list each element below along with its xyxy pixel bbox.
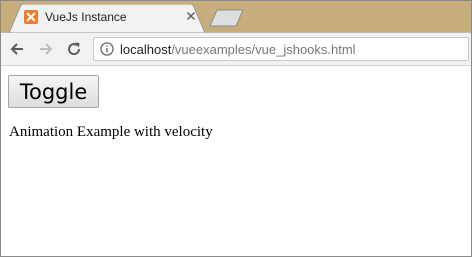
info-icon[interactable] — [100, 42, 114, 56]
tab-title: VueJs Instance — [45, 10, 127, 24]
xampp-icon — [24, 10, 38, 24]
address-bar[interactable]: localhost/vueexamples/vue_jshooks.html — [93, 37, 469, 61]
url-text: localhost/vueexamples/vue_jshooks.html — [120, 42, 356, 57]
tab-strip: VueJs Instance — [1, 1, 471, 33]
forward-arrow-icon[interactable] — [36, 39, 56, 59]
url-host: localhost — [120, 42, 172, 57]
toggle-button[interactable]: Toggle — [8, 75, 99, 108]
close-icon[interactable] — [183, 8, 199, 24]
animation-text: Animation Example with velocity — [9, 124, 213, 140]
browser-toolbar: localhost/vueexamples/vue_jshooks.html — [1, 33, 471, 66]
browser-window: VueJs Instance localhost/vueexamples/vue… — [0, 0, 472, 257]
new-tab-button[interactable] — [209, 9, 245, 27]
tab-active[interactable]: VueJs Instance — [9, 4, 205, 33]
back-arrow-icon[interactable] — [7, 39, 27, 59]
page-content: Toggle Animation Example with velocity — [1, 66, 471, 256]
url-path: /vueexamples/vue_jshooks.html — [171, 42, 356, 57]
reload-icon[interactable] — [64, 39, 84, 59]
